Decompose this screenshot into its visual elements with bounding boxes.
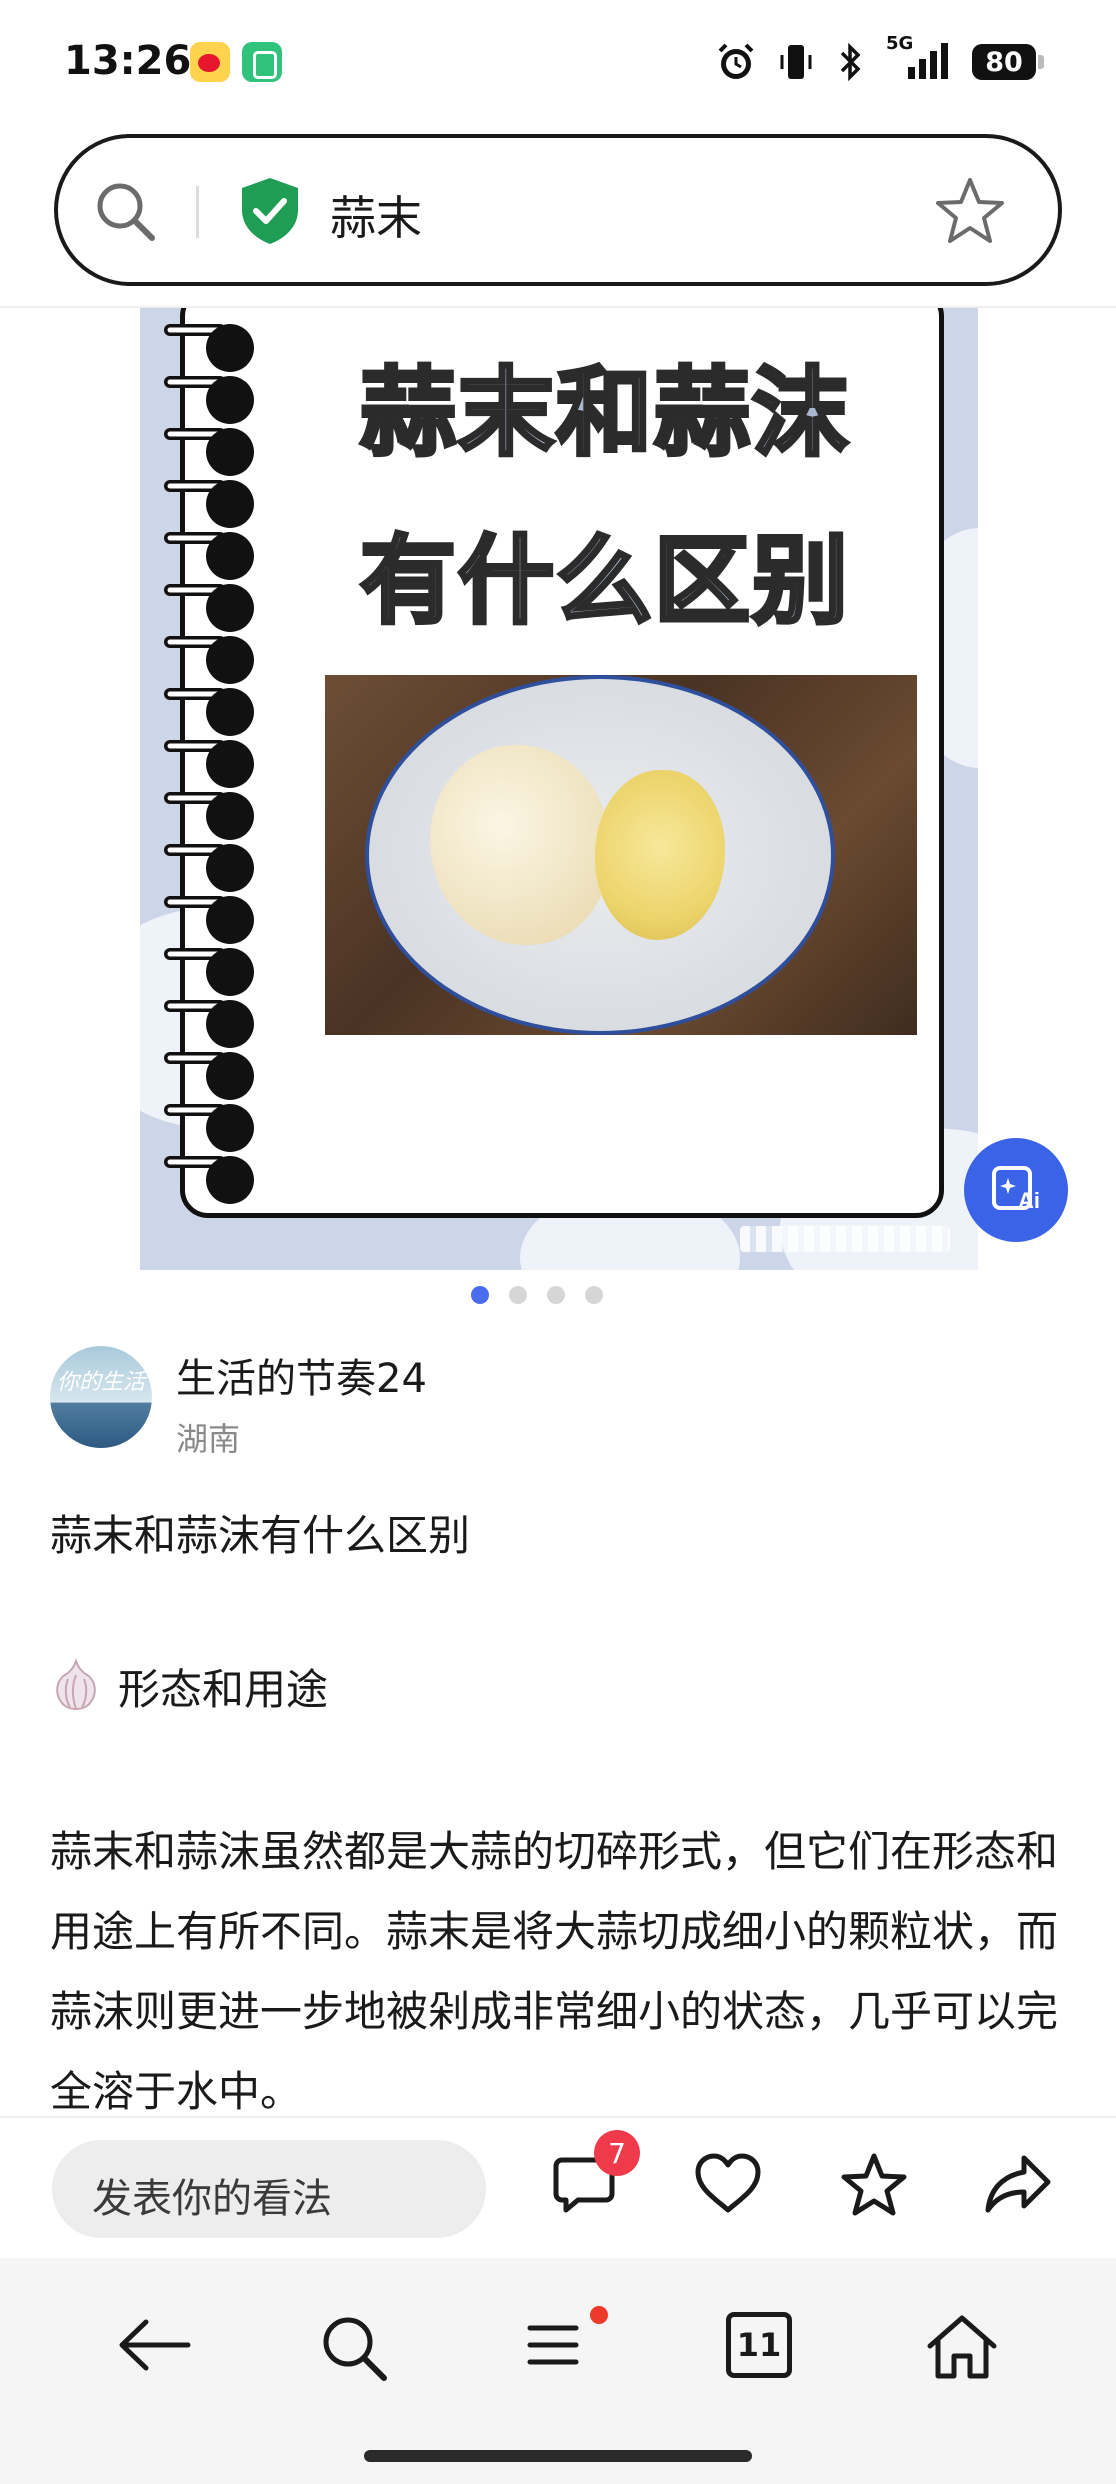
carousel-dot bbox=[547, 1286, 565, 1304]
ai-image-icon: Ai bbox=[988, 1160, 1044, 1220]
search-icon[interactable] bbox=[318, 2312, 390, 2388]
signal-icon: 5G bbox=[886, 33, 950, 83]
comment-placeholder: 发表你的看法 bbox=[92, 2176, 332, 2222]
share-icon[interactable] bbox=[984, 2152, 1052, 2220]
author-name[interactable]: 生活的节奏24 bbox=[176, 1346, 427, 1404]
search-query[interactable]: 蒜末 bbox=[330, 182, 422, 248]
status-icons: 5G 80 bbox=[716, 33, 1044, 84]
search-icon[interactable] bbox=[92, 178, 160, 250]
status-time: 13:26 bbox=[64, 38, 192, 84]
carousel-dot-active bbox=[471, 1286, 489, 1304]
spiral-binding-icon bbox=[164, 324, 270, 1248]
garlic-icon bbox=[50, 1657, 102, 1717]
star-outline-icon[interactable] bbox=[934, 176, 1006, 250]
back-icon[interactable] bbox=[116, 2312, 192, 2382]
avatar[interactable]: 你的生活 bbox=[50, 1346, 152, 1448]
image-watermark bbox=[740, 1226, 950, 1252]
search-bar[interactable]: 蒜末 bbox=[54, 134, 1062, 286]
battery-icon: 80 bbox=[972, 44, 1044, 80]
network-label: 5G bbox=[886, 33, 914, 54]
bluetooth-icon bbox=[836, 41, 864, 83]
status-bar: 13:26 5G 80 bbox=[0, 0, 1116, 120]
shield-check-icon bbox=[238, 176, 302, 250]
image-title-line-1: 蒜末和蒜沫 bbox=[358, 355, 850, 471]
alarm-icon bbox=[716, 41, 756, 83]
author-location: 湖南 bbox=[176, 1420, 241, 1458]
section-heading: 形态和用途 bbox=[118, 1665, 329, 1714]
section-heading-row: 形态和用途 bbox=[50, 1656, 328, 1717]
notebook-page: 蒜末和蒜沫 有什么区别 bbox=[180, 308, 944, 1218]
ai-image-button[interactable]: Ai bbox=[964, 1138, 1068, 1242]
comment-input[interactable]: 发表你的看法 bbox=[52, 2140, 486, 2238]
tabs-count: 11 bbox=[736, 2326, 782, 2364]
menu-notification-dot bbox=[590, 2306, 608, 2324]
search-divider bbox=[196, 186, 199, 238]
post-body: 蒜末和蒜沫虽然都是大蒜的切碎形式，但它们在形态和用途上有所不同。蒜末是将大蒜切成… bbox=[50, 1827, 1059, 2116]
image-title-line-2: 有什么区别 bbox=[358, 523, 850, 639]
vibrate-icon bbox=[778, 41, 814, 83]
tabs-icon[interactable]: 11 bbox=[726, 2312, 792, 2378]
post-image-carousel[interactable]: 蒜末和蒜沫 有什么区别 bbox=[140, 308, 978, 1270]
carousel-indicator bbox=[0, 1286, 1116, 1304]
avatar-text: 你的生活 bbox=[56, 1370, 145, 1395]
action-bar: 发表你的看法 7 bbox=[0, 2116, 1116, 2258]
menu-icon[interactable] bbox=[524, 2312, 586, 2382]
heart-icon[interactable] bbox=[694, 2152, 762, 2220]
svg-text:Ai: Ai bbox=[1018, 1188, 1040, 1213]
carousel-dot bbox=[585, 1286, 603, 1304]
weibo-icon bbox=[190, 42, 230, 82]
post-title: 蒜末和蒜沫有什么区别 bbox=[50, 1511, 471, 1560]
battery-level: 80 bbox=[972, 44, 1036, 80]
star-icon[interactable] bbox=[840, 2152, 908, 2222]
garlic-photo bbox=[325, 675, 917, 1035]
home-indicator[interactable] bbox=[364, 2450, 752, 2462]
browser-nav-bar: 11 bbox=[0, 2258, 1116, 2484]
wechat-icon bbox=[242, 42, 282, 82]
comment-count-badge: 7 bbox=[594, 2130, 640, 2176]
carousel-dot bbox=[509, 1286, 527, 1304]
home-icon[interactable] bbox=[924, 2312, 1000, 2386]
